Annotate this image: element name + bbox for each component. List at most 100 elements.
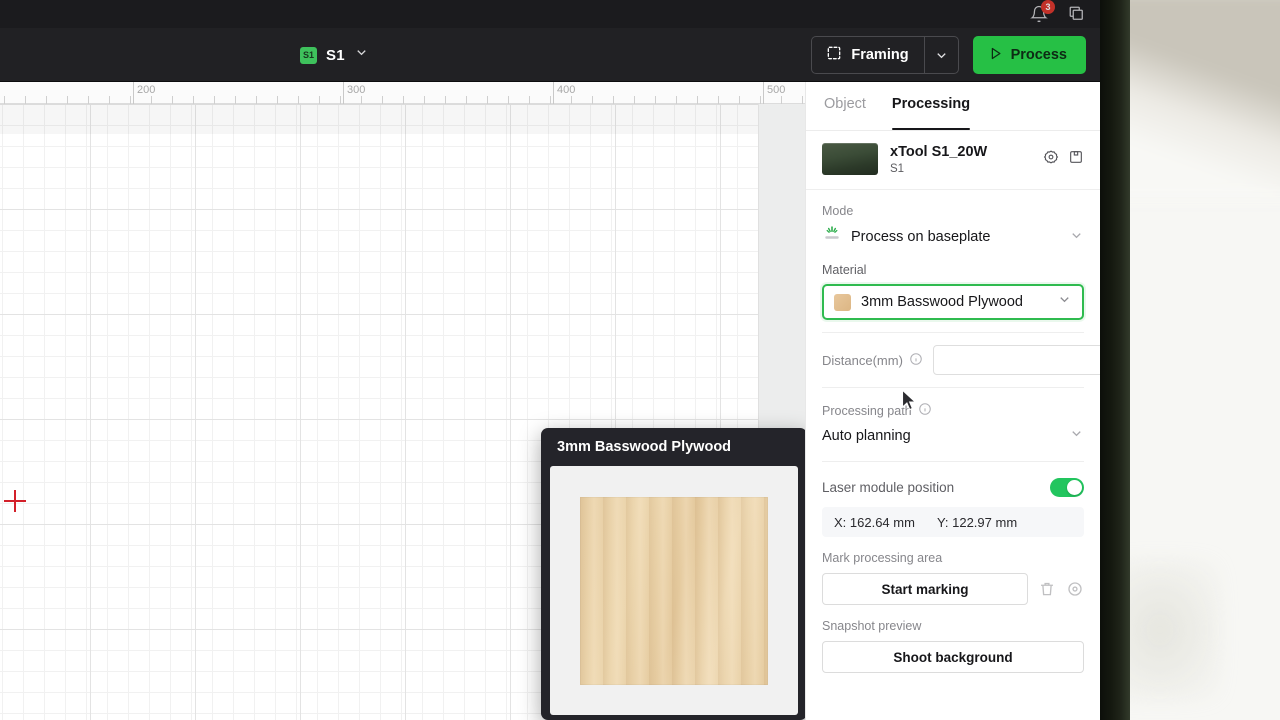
origin-crosshair-icon (4, 490, 26, 512)
ruler-minor-tick (214, 96, 215, 104)
process-button[interactable]: Process (972, 36, 1086, 74)
mark-area-row: Start marking (806, 573, 1100, 605)
mark-area-section: Mark processing area (806, 551, 1100, 565)
ruler-minor-tick (88, 96, 89, 104)
ruler-minor-tick (151, 96, 152, 104)
divider (822, 387, 1084, 388)
coordinate-y: Y: 122.97 mm (936, 514, 1018, 530)
ruler-minor-tick (403, 96, 404, 104)
device-text-group: xTool S1_20W S1 (890, 144, 1031, 175)
framing-dropdown-button[interactable] (923, 37, 958, 73)
material-label: Material (822, 263, 867, 277)
ruler-minor-tick (424, 96, 425, 104)
trash-icon[interactable] (1038, 580, 1056, 598)
ruler-tick-label: 500 (767, 84, 786, 96)
processing-path-label-group: Processing path (822, 402, 1084, 419)
chevron-down-icon (936, 52, 946, 58)
ruler-minor-tick (487, 96, 488, 104)
device-selector[interactable]: S1 S1 (300, 28, 369, 82)
processing-path-select[interactable]: Auto planning (806, 426, 1100, 445)
ruler-minor-tick (382, 96, 383, 104)
info-icon[interactable] (909, 352, 923, 369)
ruler-minor-tick (781, 96, 782, 104)
ruler-minor-tick (739, 96, 740, 104)
divider (822, 461, 1084, 462)
framing-label: Framing (851, 47, 909, 63)
ruler-minor-tick (634, 96, 635, 104)
chevron-down-icon (1057, 292, 1072, 312)
ruler-tick-label: 300 (347, 84, 366, 96)
distance-label-group: Distance(mm) (822, 352, 923, 369)
ruler-major-tick (553, 82, 554, 104)
ruler-minor-tick (529, 96, 530, 104)
material-section: Material 3mm Basswood Plywood (806, 263, 1100, 320)
snapshot-label: Snapshot preview (822, 619, 922, 633)
laser-coordinates: X: 162.64 mm Y: 122.97 mm (822, 507, 1084, 537)
material-select[interactable]: 3mm Basswood Plywood (822, 284, 1084, 320)
distance-input[interactable] (932, 345, 1100, 375)
dashed-square-icon (826, 45, 842, 65)
chevron-down-icon (1069, 426, 1084, 445)
ruler-minor-tick (676, 96, 677, 104)
gear-icon[interactable] (1043, 149, 1059, 170)
snapshot-row: Shoot background (806, 641, 1100, 673)
horizontal-ruler[interactable]: 200 300 400 500 (0, 82, 805, 104)
ruler-minor-tick (571, 96, 572, 104)
chevron-down-icon (1069, 228, 1084, 247)
ruler-minor-tick (445, 96, 446, 104)
layers-icon[interactable] (1068, 5, 1086, 23)
eye-icon[interactable] (1066, 580, 1084, 598)
framing-button[interactable]: Framing (812, 37, 923, 73)
material-value: 3mm Basswood Plywood (861, 294, 1023, 310)
device-thumbnail (822, 143, 878, 175)
ruler-minor-tick (613, 96, 614, 104)
start-marking-button[interactable]: Start marking (822, 573, 1028, 605)
canvas-top-band (0, 104, 758, 134)
ruler-major-tick (133, 82, 134, 104)
info-icon[interactable] (918, 402, 932, 419)
distance-row: Distance(mm) (806, 333, 1100, 375)
panel-tabs: Object Processing (806, 82, 1100, 131)
ruler-minor-tick (655, 96, 656, 104)
ruler-minor-tick (130, 96, 131, 104)
bell-icon[interactable]: 3 (1030, 0, 1055, 23)
mode-select[interactable]: Process on baseplate (822, 225, 1084, 249)
tab-object[interactable]: Object (824, 96, 866, 130)
device-badge: S1 (300, 46, 317, 64)
material-color-chip (834, 293, 851, 311)
snapshot-section: Snapshot preview (806, 619, 1100, 633)
processing-path-section: Processing path (806, 402, 1100, 419)
processing-path-label: Processing path (822, 403, 912, 418)
laser-module-toggle[interactable] (1050, 478, 1084, 497)
main-toolbar: S1 S1 Framing Process (0, 28, 1100, 82)
device-subtitle: S1 (890, 162, 905, 175)
wall-shadow (1130, 0, 1280, 200)
distance-label: Distance(mm) (822, 352, 903, 368)
toolbar-actions: Framing Process (811, 36, 1086, 74)
device-title: xTool S1_20W (890, 143, 988, 160)
save-card-icon[interactable] (1068, 149, 1084, 170)
device-action-icons (1043, 149, 1084, 170)
ruler-tick-label: 400 (557, 84, 576, 96)
device-name-label: S1 (326, 46, 345, 64)
ruler-minor-tick (298, 96, 299, 104)
processing-panel: Object Processing xTool S1_20W S1 Mode P… (805, 82, 1100, 720)
ruler-tick-label: 200 (137, 84, 156, 96)
ruler-minor-tick (802, 96, 803, 104)
material-preview-title: 3mm Basswood Plywood (557, 439, 732, 455)
process-label: Process (1010, 47, 1067, 63)
mouse-cursor (901, 388, 918, 412)
ruler-minor-tick (46, 96, 47, 104)
laser-module-label: Laser module position (822, 480, 955, 495)
ruler-minor-tick (361, 96, 362, 104)
app-screen: 3 S1 S1 Framing Process 200 300 400 500 … (0, 0, 1100, 720)
canvas-area[interactable]: 200 300 400 500 3mm Basswood Plywood (0, 82, 805, 720)
title-bar: 3 (0, 0, 1100, 28)
notification-badge: 3 (1041, 0, 1055, 14)
ruler-minor-tick (235, 96, 236, 104)
shoot-background-button[interactable]: Shoot background (822, 641, 1084, 673)
ruler-minor-tick (67, 96, 68, 104)
titlebar-icon-group: 3 (1030, 0, 1086, 28)
tab-processing[interactable]: Processing (891, 96, 971, 130)
laser-baseplate-icon (822, 225, 842, 249)
